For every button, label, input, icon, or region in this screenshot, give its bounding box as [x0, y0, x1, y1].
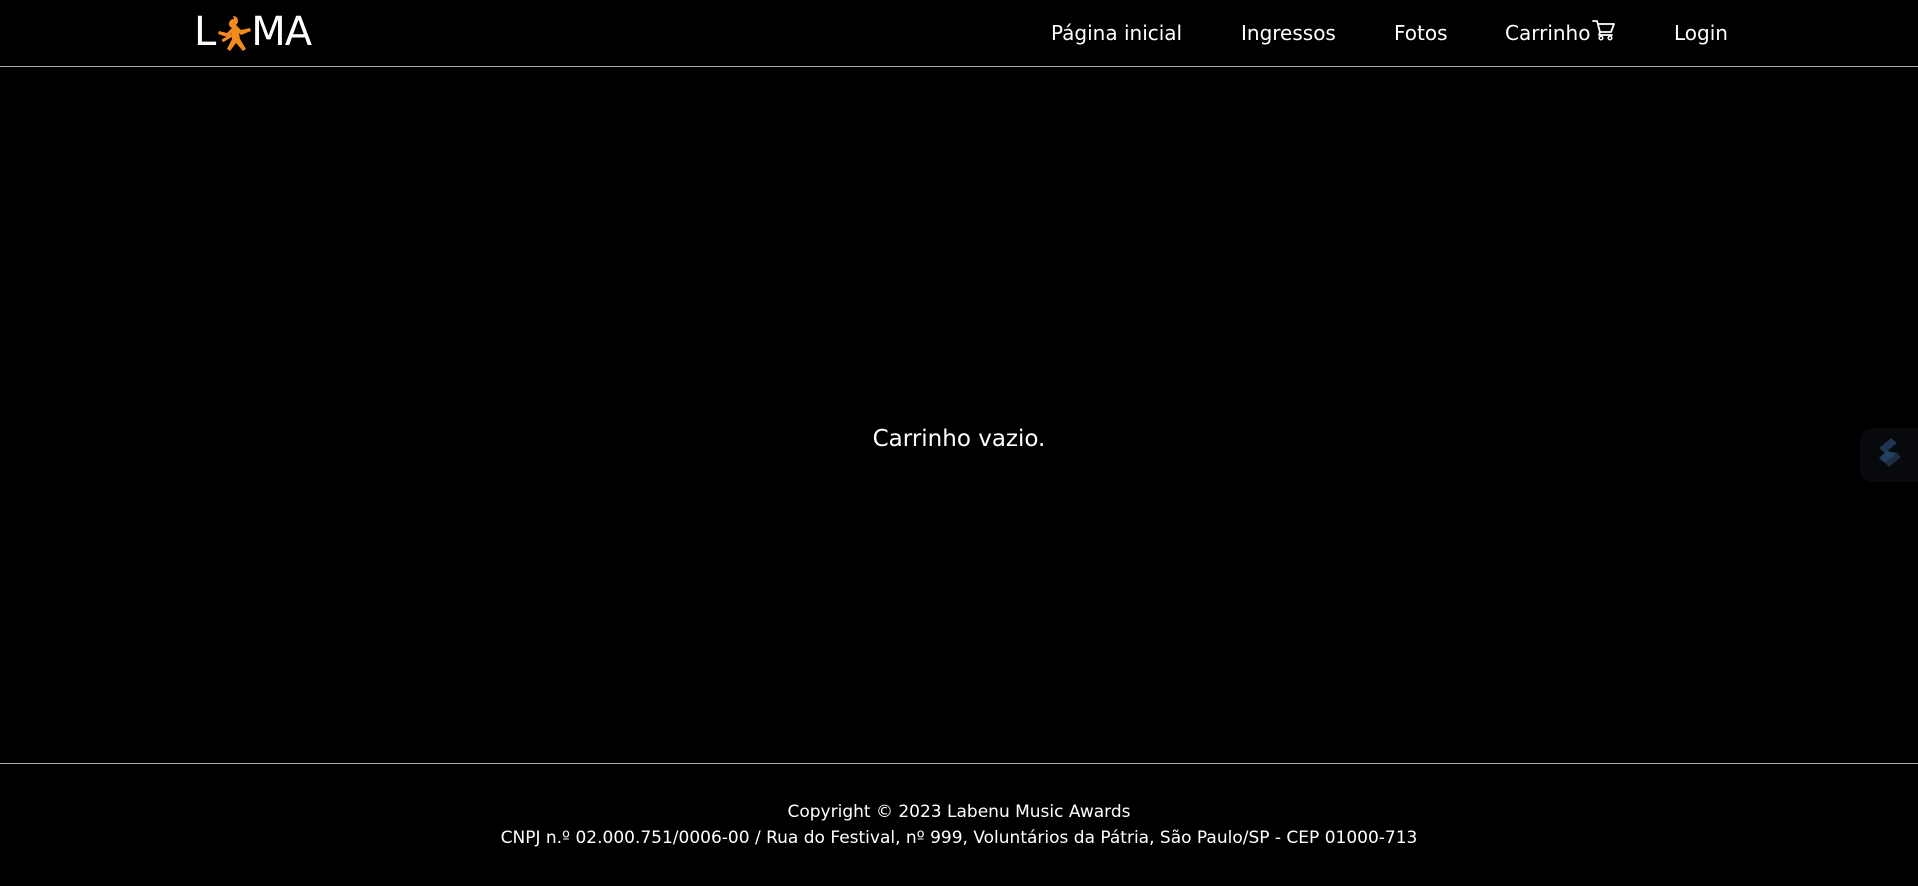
logo-letter-l: L — [194, 9, 216, 55]
shopping-cart-icon — [1592, 19, 1616, 41]
footer-copyright: Copyright © 2023 Labenu Music Awards — [787, 802, 1131, 822]
nav-link-cart[interactable]: Carrinho — [1505, 18, 1616, 48]
site-logo[interactable]: L MA — [194, 9, 312, 55]
nav-link-tickets[interactable]: Ingressos — [1241, 18, 1336, 48]
jumping-guitarist-icon — [215, 10, 253, 54]
logo-letters-ma: MA — [251, 9, 312, 55]
footer-address: CNPJ n.º 02.000.751/0006-00 / Rua do Fes… — [500, 828, 1418, 848]
nav-link-home[interactable]: Página inicial — [1051, 18, 1182, 48]
cart-content: Carrinho vazio. — [0, 68, 1918, 762]
stacked-slash-icon — [1875, 436, 1903, 474]
nav-link-photos[interactable]: Fotos — [1394, 18, 1448, 48]
page: L MA Página inicial Ingressos Fotos Carr… — [0, 0, 1918, 886]
site-footer: Copyright © 2023 Labenu Music Awards CNP… — [0, 763, 1918, 886]
top-navigation-bar: L MA Página inicial Ingressos Fotos Carr… — [0, 0, 1918, 67]
floating-side-widget[interactable] — [1860, 428, 1918, 482]
nav-link-cart-label: Carrinho — [1505, 21, 1591, 45]
empty-cart-message: Carrinho vazio. — [872, 426, 1046, 452]
nav-link-login[interactable]: Login — [1674, 18, 1728, 48]
